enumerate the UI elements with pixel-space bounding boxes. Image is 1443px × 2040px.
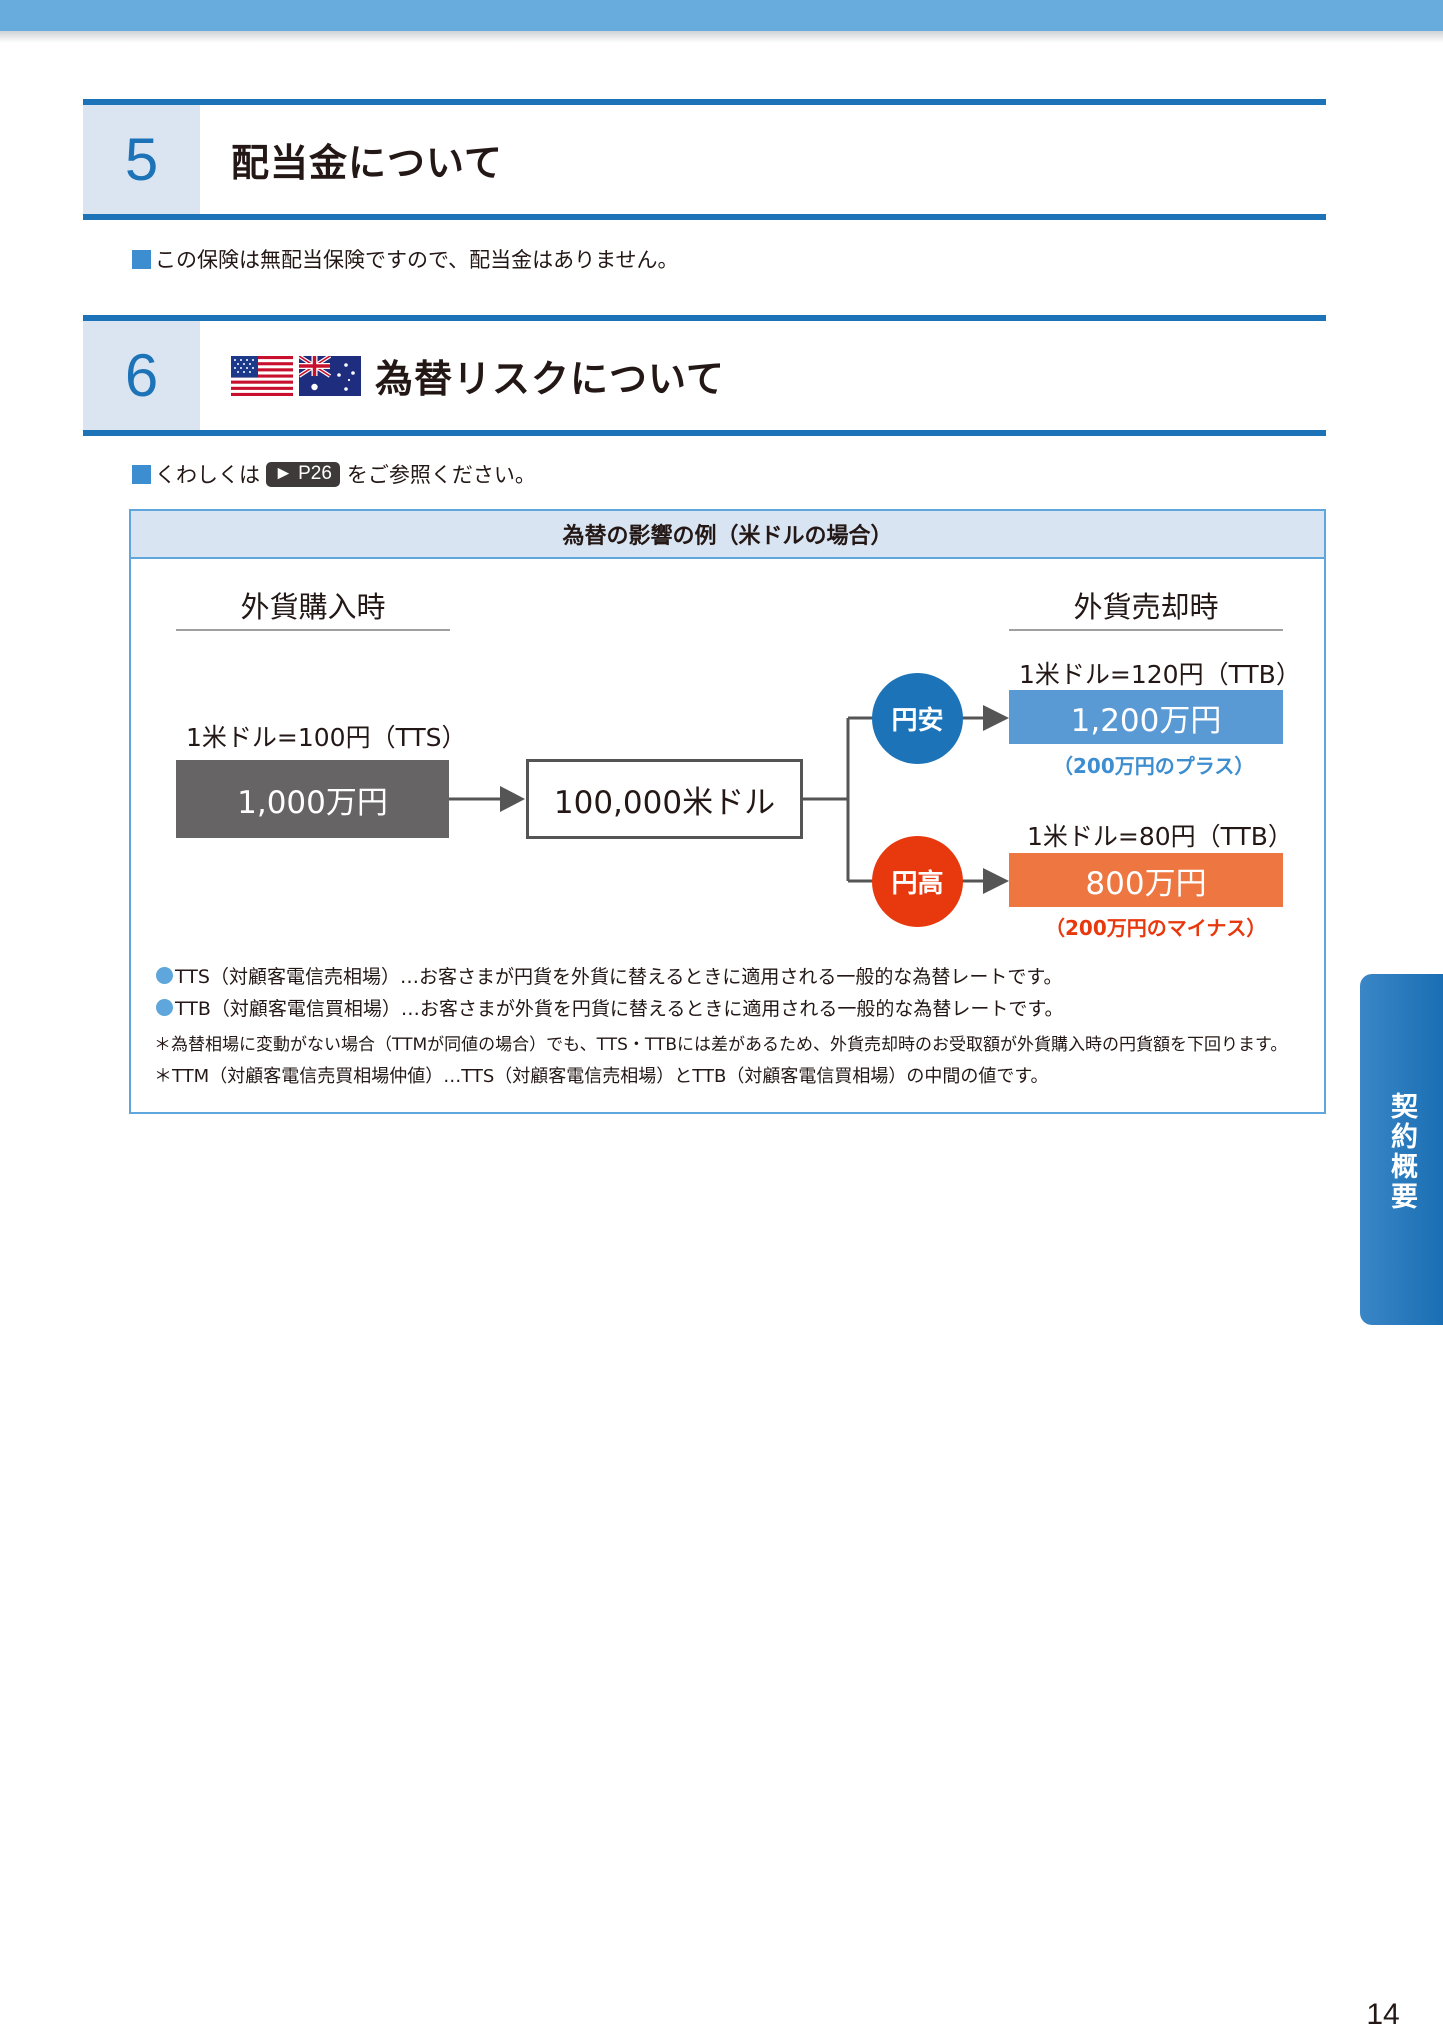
strong-yen-badge: 円高: [872, 836, 963, 927]
circle-bullet-icon: [156, 967, 173, 984]
strong-yen-note: （200万円のマイナス）: [1045, 916, 1267, 940]
note-ttb: TTB（対顧客電信買相場）…お客さまが外貨を円貨に替えるときに適用される一般的な…: [156, 994, 1063, 1021]
arrow-right-icon: [500, 786, 525, 812]
arrow-right-icon: [983, 705, 1009, 731]
circle-bullet-icon: [156, 999, 173, 1016]
strong-yen-amount-box: 800万円: [1009, 853, 1283, 907]
weak-yen-note: （200万円のプラス）: [1053, 754, 1255, 778]
side-tab[interactable]: 契約概要: [1360, 974, 1443, 1325]
note-tts-text: TTS（対顧客電信売相場）…お客さまが円貨を外貨に替えるときに適用される一般的な…: [175, 966, 1063, 988]
note-tts: TTS（対顧客電信売相場）…お客さまが円貨を外貨に替えるときに適用される一般的な…: [156, 962, 1062, 989]
footnote-2: ＊TTM（対顧客電信売買相場仲値）…TTS（対顧客電信売相場）とTTB（対顧客電…: [154, 1066, 1049, 1087]
page-number: 14: [1366, 1998, 1400, 2031]
strong-yen-rate: 1米ドル=80円（TTB）: [1027, 822, 1293, 851]
usd-amount-box: 100,000米ドル: [526, 759, 803, 839]
side-tab-label: 契約概要: [1386, 1092, 1417, 1212]
weak-yen-badge: 円安: [872, 673, 963, 764]
footnote-1: ＊為替相場に変動がない場合（TTMが同値の場合）でも、TTS・TTBには差がある…: [154, 1035, 1288, 1055]
arrow-right-icon: [983, 868, 1009, 894]
weak-yen-amount-box: 1,200万円: [1009, 690, 1283, 744]
weak-yen-rate: 1米ドル=120円（TTB）: [1019, 660, 1301, 689]
note-ttb-text: TTB（対顧客電信買相場）…お客さまが外貨を円貨に替えるときに適用される一般的な…: [175, 998, 1064, 1020]
